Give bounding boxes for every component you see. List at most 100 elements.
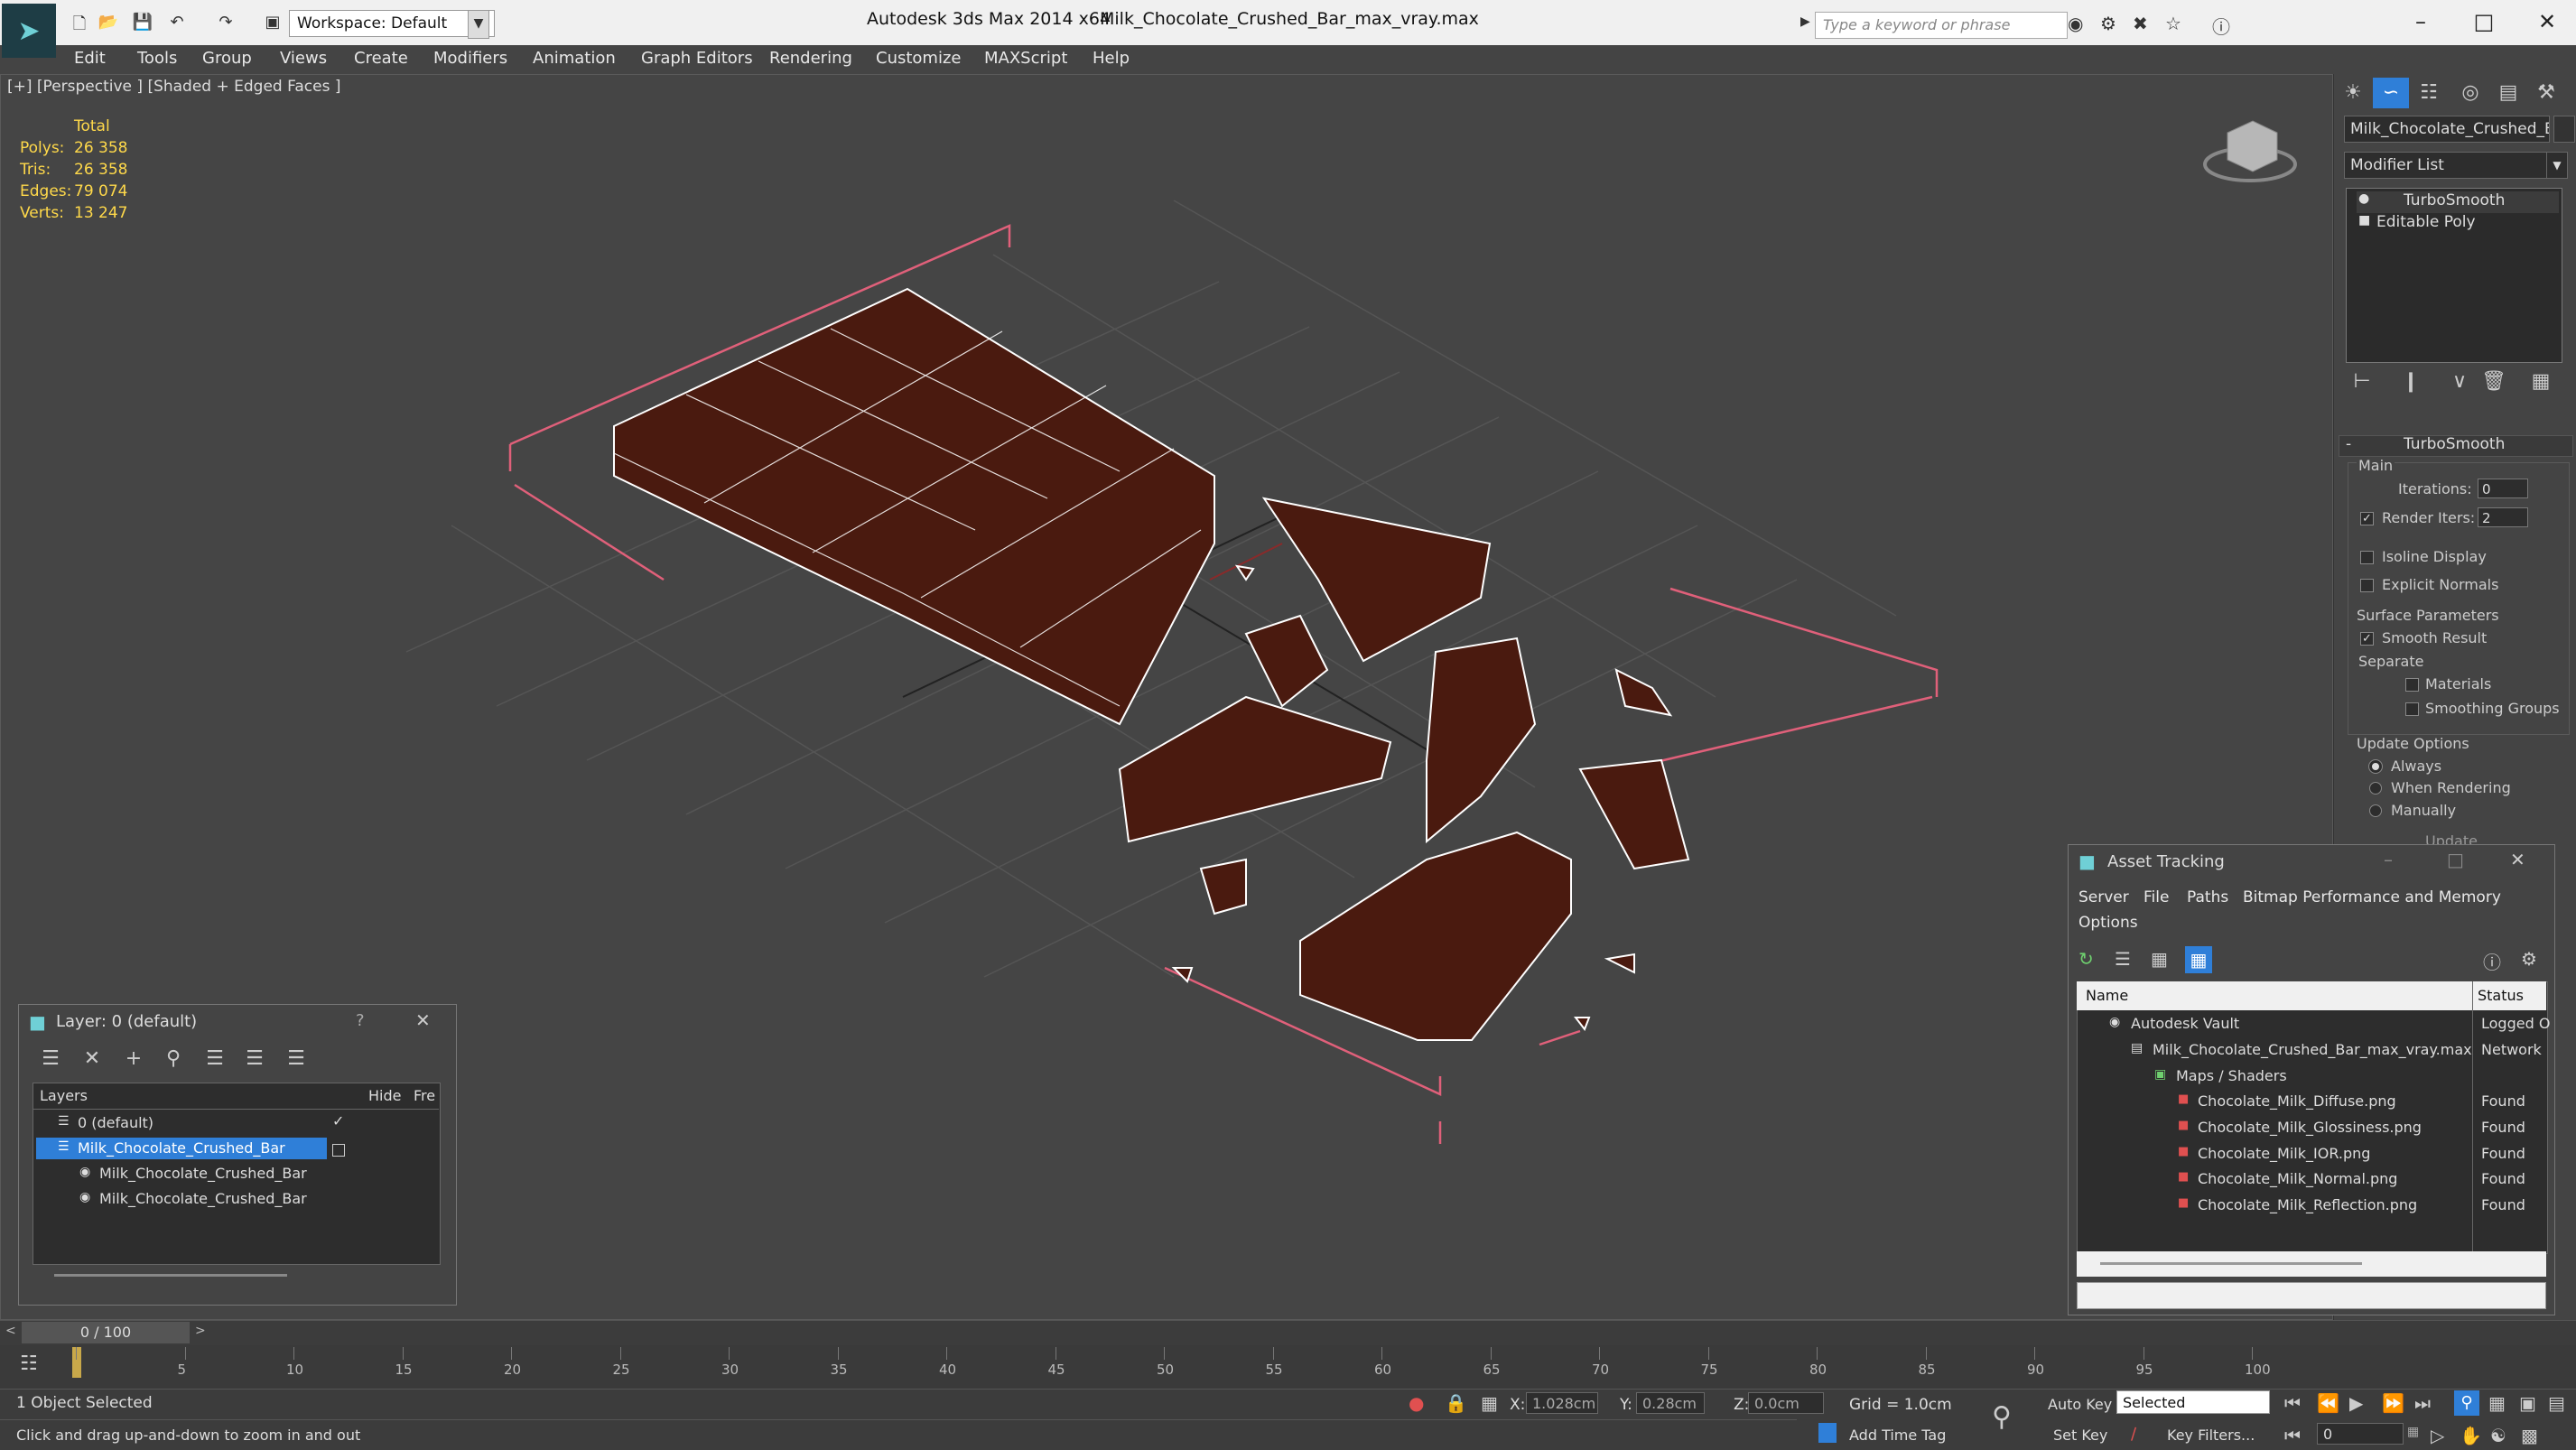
zoom-icon[interactable]: ⚲	[2454, 1390, 2479, 1416]
maximize-viewport-icon[interactable]: ▩	[2521, 1425, 2538, 1446]
maximize-button[interactable]: □	[2461, 5, 2506, 38]
minimize-icon[interactable]: –	[2384, 849, 2393, 870]
refresh-icon[interactable]: ↻	[2078, 948, 2094, 970]
save-icon[interactable]: 💾	[132, 13, 153, 33]
asset-row[interactable]: Autodesk Vault	[2131, 1015, 2239, 1032]
asset-menu-bitmap[interactable]: Bitmap Performance and Memory	[2243, 888, 2501, 906]
menu-graph-editors[interactable]: Graph Editors	[641, 49, 753, 68]
collapse-icon[interactable]: -	[2346, 435, 2351, 453]
add-to-layer-icon[interactable]: +	[121, 1047, 146, 1073]
asset-row[interactable]: Milk_Chocolate_Crushed_Bar_max_vray.max	[2153, 1041, 2472, 1058]
close-button[interactable]: ✕	[2525, 5, 2570, 38]
next-frame-icon[interactable]: ⏩	[2382, 1392, 2404, 1414]
help-icon[interactable]: ?	[356, 1011, 365, 1030]
explicit-normals-checkbox[interactable]	[2360, 579, 2374, 592]
modify-tab-icon[interactable]: ∽	[2373, 78, 2409, 108]
workspace-dropdown[interactable]: Workspace: Default	[289, 10, 495, 37]
configure-sets-icon[interactable]: ▦	[2528, 370, 2553, 395]
menu-modifiers[interactable]: Modifiers	[433, 49, 507, 68]
menu-group[interactable]: Group	[202, 49, 252, 68]
favorites-star-icon[interactable]: ☆	[2165, 13, 2181, 34]
when-rendering-radio[interactable]	[2369, 782, 2382, 795]
modifier-list-dropdown[interactable]: Modifier List	[2344, 152, 2548, 179]
column-header-freeze[interactable]: Fre	[414, 1087, 435, 1104]
display-tab-icon[interactable]: ▤	[2490, 78, 2526, 108]
current-frame-field[interactable]: 0	[2317, 1423, 2404, 1445]
asset-menu-file[interactable]: File	[2144, 888, 2169, 906]
time-slider[interactable]: 0 / 100	[22, 1322, 190, 1343]
table-view-icon[interactable]: ▦	[2185, 946, 2212, 973]
search-expand-icon[interactable]: ▶	[1800, 14, 1810, 29]
absolute-mode-icon[interactable]: ▦	[1481, 1392, 1498, 1414]
utilities-tab-icon[interactable]: ⚒	[2528, 78, 2564, 108]
materials-checkbox[interactable]	[2405, 678, 2419, 692]
close-icon[interactable]: ✕	[415, 1009, 431, 1031]
manually-radio[interactable]	[2369, 804, 2382, 817]
menu-customize[interactable]: Customize	[876, 49, 961, 68]
key-set-dropdown[interactable]: Selected	[2116, 1390, 2270, 1414]
asset-row[interactable]: Chocolate_Milk_Diffuse.png	[2198, 1092, 2396, 1110]
menu-help[interactable]: Help	[1093, 49, 1130, 68]
hide-all-icon[interactable]: ☰	[242, 1047, 267, 1073]
time-cursor[interactable]	[72, 1347, 81, 1378]
search-input[interactable]: Type a keyword or phrase	[1815, 12, 2068, 39]
minimize-button[interactable]: –	[2398, 5, 2443, 38]
menu-animation[interactable]: Animation	[533, 49, 616, 68]
go-to-end-icon[interactable]: ⏭	[2414, 1392, 2431, 1414]
y-coordinate-field[interactable]: 0.28cm	[1636, 1392, 1705, 1414]
field-of-view-icon[interactable]: ▷	[2431, 1425, 2444, 1446]
always-radio[interactable]	[2368, 759, 2383, 774]
communication-icon[interactable]: ✖	[2133, 13, 2148, 34]
menu-maxscript[interactable]: MAXScript	[984, 49, 1067, 68]
lightbulb-icon[interactable]: ●	[2358, 191, 2369, 206]
render-iters-checkbox[interactable]: ✓	[2360, 512, 2374, 525]
x-coordinate-field[interactable]: 1.028cm	[1526, 1392, 1598, 1414]
lock-selection-icon[interactable]: 🔒	[1445, 1392, 1467, 1414]
show-end-result-icon[interactable]: ❙	[2398, 370, 2423, 395]
stack-item-editable-poly[interactable]: Editable Poly	[2376, 213, 2476, 231]
rollout-turbosmooth-title[interactable]: TurboSmooth	[2404, 435, 2505, 453]
key-filters-button[interactable]: Key Filters...	[2167, 1427, 2255, 1444]
maximize-icon[interactable]: □	[2447, 849, 2464, 870]
go-to-start-icon[interactable]: ⏮	[2284, 1392, 2301, 1414]
object-color-swatch[interactable]	[2553, 116, 2575, 143]
chevron-down-icon[interactable]: ▼	[2546, 152, 2568, 179]
redo-icon[interactable]: ↷	[215, 13, 237, 33]
time-next-icon[interactable]: >	[195, 1324, 206, 1338]
settings-icon[interactable]: ⚙	[2521, 948, 2537, 970]
time-config-icon[interactable]: ▦	[2407, 1425, 2419, 1439]
make-current-box[interactable]	[332, 1144, 345, 1157]
default-in-out-icon[interactable]: ∕	[2131, 1425, 2136, 1444]
key-icon[interactable]: ⚲	[1992, 1401, 2012, 1433]
asset-menu-options[interactable]: Options	[2078, 914, 2138, 932]
smooth-result-checkbox[interactable]: ✓	[2360, 632, 2374, 646]
z-coordinate-field[interactable]: 0.0cm	[1748, 1392, 1824, 1414]
column-header-layers[interactable]: Layers	[40, 1087, 88, 1104]
object-name-field[interactable]: Milk_Chocolate_Crushed_Bar	[2344, 116, 2550, 143]
auto-key-button[interactable]: Auto Key	[2048, 1396, 2112, 1413]
column-header-hide[interactable]: Hide	[368, 1087, 401, 1104]
new-file-icon[interactable]: 🗋	[69, 13, 90, 33]
scroll-thumb[interactable]	[2100, 1262, 2362, 1265]
previous-frame-icon[interactable]: ⏪	[2317, 1392, 2339, 1414]
isoline-checkbox[interactable]	[2360, 551, 2374, 564]
play-icon[interactable]: ▶	[2349, 1392, 2363, 1414]
app-logo-icon[interactable]: ➤	[2, 4, 56, 58]
new-layer-icon[interactable]: ☰	[38, 1047, 63, 1073]
asset-path-field[interactable]	[2077, 1282, 2546, 1309]
zoom-all-icon[interactable]: ▦	[2488, 1392, 2506, 1414]
current-layer-check-icon[interactable]: ✓	[332, 1112, 344, 1129]
curve-editor-icon[interactable]: ☷	[20, 1352, 38, 1375]
viewport-label[interactable]: [+] [Perspective ] [Shaded + Edged Faces…	[7, 78, 340, 96]
asset-menu-server[interactable]: Server	[2078, 888, 2129, 906]
asset-row[interactable]: Chocolate_Milk_Glossiness.png	[2198, 1119, 2422, 1136]
undo-icon[interactable]: ↶	[166, 13, 188, 33]
time-prev-icon[interactable]: <	[5, 1324, 16, 1338]
add-time-tag[interactable]: Add Time Tag	[1849, 1427, 1946, 1444]
open-file-icon[interactable]: 📂	[98, 13, 119, 33]
column-header-name[interactable]: Name	[2086, 987, 2128, 1004]
expand-icon[interactable]: ■	[2358, 213, 2370, 228]
close-icon[interactable]: ✕	[2510, 849, 2525, 870]
asset-row[interactable]: Maps / Shaders	[2176, 1067, 2287, 1084]
asset-row[interactable]: Chocolate_Milk_Reflection.png	[2198, 1196, 2417, 1213]
